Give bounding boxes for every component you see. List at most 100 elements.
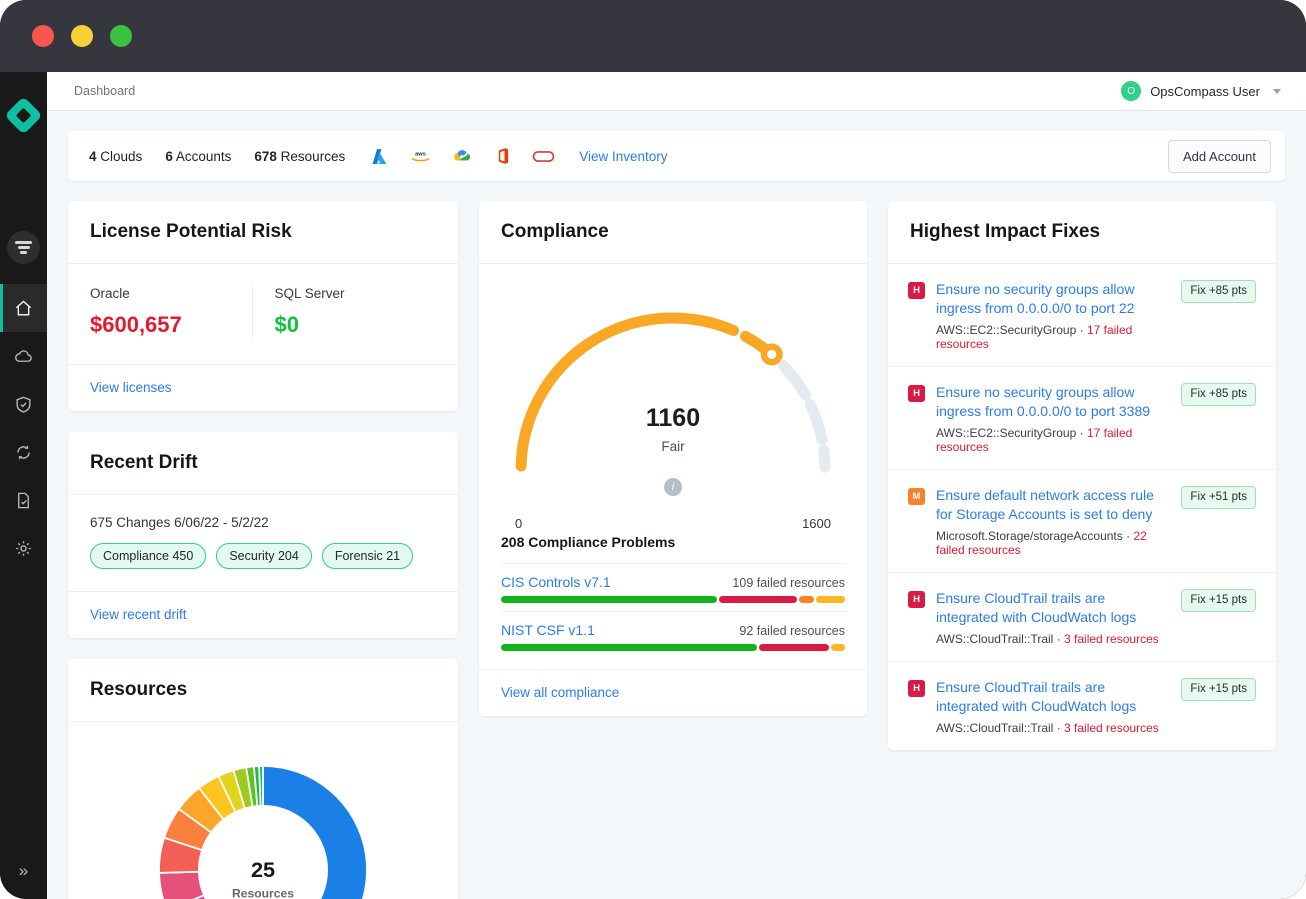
maximize-window-button[interactable]: [110, 25, 132, 47]
bar-segment-high: [719, 596, 798, 603]
resources-title: Resources: [68, 659, 458, 722]
fix-meta: Microsoft.Storage/storageAccounts · 22 f…: [936, 529, 1170, 557]
donut-center-value: 25: [251, 857, 275, 882]
fix-title[interactable]: Ensure CloudTrail trails are integrated …: [936, 678, 1170, 716]
window-controls: [32, 25, 132, 47]
fix-points-badge[interactable]: Fix +15 pts: [1181, 678, 1256, 701]
fix-points-badge[interactable]: Fix +85 pts: [1181, 383, 1256, 406]
license-risk-footer: View licenses: [68, 364, 458, 411]
bar-segment-medium: [799, 596, 815, 603]
app-window: » Dashboard O OpsCompass User 4 Clouds 6…: [0, 0, 1306, 899]
gauge-svg: [515, 312, 831, 473]
framework-name[interactable]: NIST CSF v1.1: [501, 622, 595, 638]
severity-badge: H: [908, 282, 925, 299]
framework-bar: [501, 596, 846, 603]
license-label: Oracle: [90, 286, 130, 301]
fix-content: Ensure no security groups allow ingress …: [936, 383, 1170, 454]
license-item-oracle: Oracle $600,657: [90, 286, 252, 338]
view-licenses-link[interactable]: View licenses: [90, 380, 172, 395]
severity-badge: H: [908, 680, 925, 697]
drift-pill-compliance[interactable]: Compliance 450: [90, 543, 207, 569]
sync-icon: [17, 445, 30, 459]
fix-item[interactable]: M Ensure default network access rule for …: [888, 469, 1276, 572]
main-content: Dashboard O OpsCompass User 4 Clouds 6 A…: [47, 72, 1306, 899]
view-recent-drift-link[interactable]: View recent drift: [90, 607, 187, 622]
license-label: SQL Server: [274, 286, 345, 301]
fix-points-badge[interactable]: Fix +85 pts: [1181, 280, 1256, 303]
fix-failed-count[interactable]: 3 failed resources: [1064, 632, 1159, 646]
gauge-arc-segment: [777, 359, 811, 401]
chevron-down-icon: [1273, 88, 1281, 94]
sidebar-item-drift[interactable]: [0, 428, 47, 476]
sidebar-item-home[interactable]: [0, 284, 47, 332]
office365-icon[interactable]: [491, 145, 514, 168]
aws-icon[interactable]: aws: [409, 145, 432, 168]
shield-check-icon: [16, 396, 31, 413]
resources-card: Resources 25 Resources: [68, 659, 458, 899]
resources-count: 678: [254, 148, 277, 164]
recent-drift-card: Recent Drift 675 Changes 6/06/22 - 5/2/2…: [68, 432, 458, 638]
severity-badge: H: [908, 385, 925, 402]
fix-meta: AWS::CloudTrail::Trail · 3 failed resour…: [936, 721, 1170, 735]
app-logo[interactable]: [0, 96, 47, 135]
drift-summary: 675 Changes 6/06/22 - 5/2/22: [90, 515, 269, 530]
azure-icon[interactable]: [368, 145, 391, 168]
add-account-button[interactable]: Add Account: [1168, 139, 1271, 173]
sidebar-item-settings[interactable]: [0, 524, 47, 572]
dashboard-grid: License Potential Risk Oracle $600,657 S…: [47, 181, 1306, 899]
fix-content: Ensure CloudTrail trails are integrated …: [936, 678, 1170, 735]
fix-points-badge[interactable]: Fix +15 pts: [1181, 589, 1256, 612]
fix-separator: ·: [1053, 721, 1065, 735]
accounts-count: 6: [165, 148, 173, 164]
fix-title[interactable]: Ensure default network access rule for S…: [936, 486, 1170, 524]
sidebar-item-cloud[interactable]: [0, 332, 47, 380]
filter-icon[interactable]: [7, 231, 40, 264]
donut-chart-svg: 25 Resources: [158, 765, 368, 899]
oracle-icon[interactable]: [532, 145, 555, 168]
gauge-rating: Fair: [661, 439, 685, 454]
compliance-problems: 208 Compliance Problems CIS Controls v7.…: [479, 534, 867, 669]
fix-item[interactable]: H Ensure CloudTrail trails are integrated…: [888, 661, 1276, 750]
gauge-min-label: 0: [515, 516, 523, 531]
double-chevron-right-icon: »: [18, 861, 29, 880]
fix-resource-type: AWS::CloudTrail::Trail: [936, 721, 1054, 735]
fix-item[interactable]: H Ensure no security groups allow ingress…: [888, 264, 1276, 366]
resources-stat: 678 Resources: [254, 149, 345, 164]
framework-row-cis: CIS Controls v7.1 109 failed resources: [501, 563, 846, 611]
recent-drift-title: Recent Drift: [68, 432, 458, 495]
license-risk-title: License Potential Risk: [68, 201, 458, 264]
fix-title[interactable]: Ensure no security groups allow ingress …: [936, 280, 1170, 318]
right-column: Highest Impact Fixes H Ensure no security…: [888, 201, 1276, 771]
top-bar: Dashboard O OpsCompass User: [47, 72, 1306, 111]
summary-bar: 4 Clouds 6 Accounts 678 Resources aws Vi…: [68, 131, 1285, 181]
info-icon[interactable]: i: [664, 478, 682, 496]
fix-item[interactable]: H Ensure no security groups allow ingress…: [888, 366, 1276, 469]
donut-slice[interactable]: [258, 765, 264, 807]
view-inventory-link[interactable]: View Inventory: [579, 149, 667, 164]
fix-title[interactable]: Ensure no security groups allow ingress …: [936, 383, 1170, 421]
framework-name[interactable]: CIS Controls v7.1: [501, 574, 611, 590]
close-window-button[interactable]: [32, 25, 54, 47]
provider-icons: aws: [368, 145, 555, 168]
sidebar-item-security[interactable]: [0, 380, 47, 428]
user-name: OpsCompass User: [1150, 83, 1260, 99]
user-menu[interactable]: O OpsCompass User: [1121, 81, 1281, 101]
sidebar-item-compliance[interactable]: [0, 476, 47, 524]
fix-failed-count[interactable]: 3 failed resources: [1064, 721, 1159, 735]
donut-slice[interactable]: [262, 765, 368, 899]
fix-title[interactable]: Ensure CloudTrail trails are integrated …: [936, 589, 1170, 627]
fix-item[interactable]: H Ensure CloudTrail trails are integrated…: [888, 572, 1276, 661]
view-all-compliance-link[interactable]: View all compliance: [501, 685, 619, 700]
license-value: $0: [274, 312, 299, 337]
fix-points-badge[interactable]: Fix +51 pts: [1181, 486, 1256, 509]
drift-pill-security[interactable]: Security 204: [216, 543, 312, 569]
drift-pill-forensic[interactable]: Forensic 21: [321, 543, 414, 569]
minimize-window-button[interactable]: [71, 25, 93, 47]
donut-slice[interactable]: [158, 870, 206, 899]
fix-meta: AWS::EC2::SecurityGroup · 17 failed reso…: [936, 323, 1170, 351]
license-risk-body: Oracle $600,657 SQL Server $0: [68, 264, 458, 364]
sidebar-expand-button[interactable]: »: [0, 861, 47, 881]
fix-resource-type: AWS::EC2::SecurityGroup: [936, 323, 1077, 337]
google-cloud-icon[interactable]: [450, 145, 473, 168]
bar-segment-pass: [501, 596, 718, 603]
